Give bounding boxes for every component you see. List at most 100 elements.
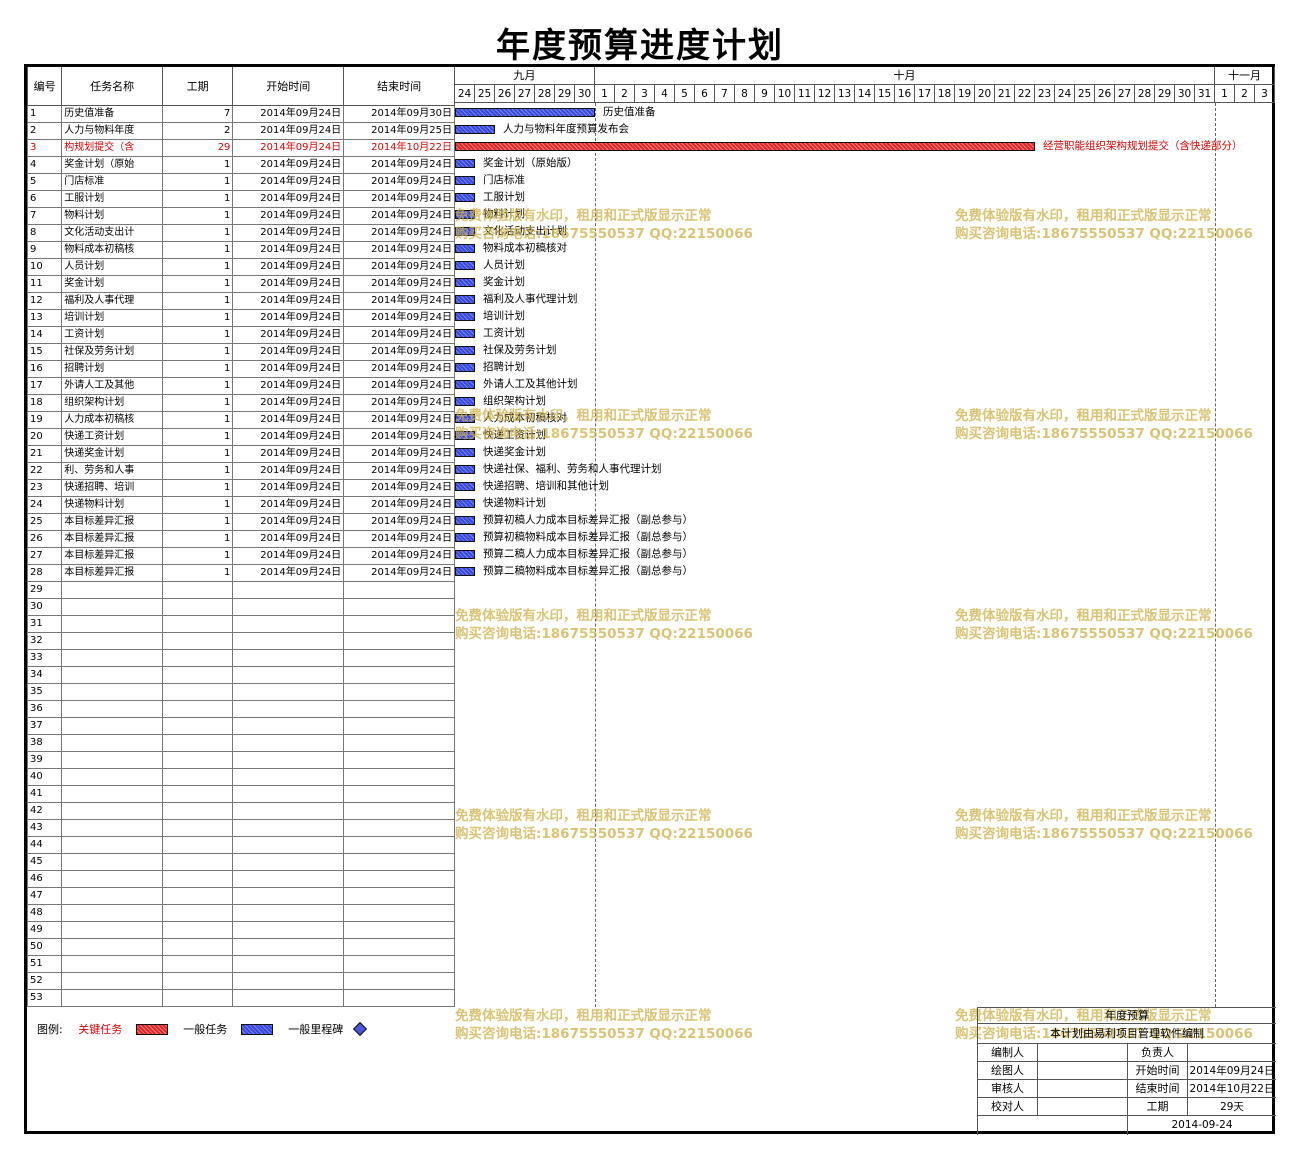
table-row[interactable]: 19 人力成本初稿核 1 2014年09月24日 2014年09月24日 [26,411,455,429]
table-row[interactable]: 15 社保及劳务计划 1 2014年09月24日 2014年09月24日 [26,343,455,361]
task-id: 9 [26,241,63,259]
table-row[interactable]: 46 [26,870,455,888]
table-row[interactable]: 7 物料计划 1 2014年09月24日 2014年09月24日 [26,207,455,225]
table-row[interactable]: 37 [26,717,455,735]
table-row[interactable]: 35 [26,683,455,701]
day-header: 13 [835,85,855,103]
table-row[interactable]: 42 [26,802,455,820]
title-block-key: 结束时间 [1128,1080,1188,1097]
table-row[interactable]: 34 [26,666,455,684]
title-block-value[interactable] [1188,1044,1276,1061]
table-row[interactable]: 16 招聘计划 1 2014年09月24日 2014年09月24日 [26,360,455,378]
task-name: 人力成本初稿核 [61,411,163,429]
empty-cell [61,751,163,769]
table-row[interactable]: 9 物料成本初稿核 1 2014年09月24日 2014年09月24日 [26,241,455,259]
task-bar [455,346,475,355]
table-row[interactable]: 50 [26,938,455,956]
table-row[interactable]: 25 本目标差异汇报 1 2014年09月24日 2014年09月24日 [26,513,455,531]
table-row[interactable]: 6 工服计划 1 2014年09月24日 2014年09月24日 [26,190,455,208]
task-name: 快递奖金计划 [61,445,163,463]
table-row[interactable]: 30 [26,598,455,616]
table-row[interactable]: 24 快递物料计划 1 2014年09月24日 2014年09月24日 [26,496,455,514]
table-row[interactable]: 53 [26,989,455,1007]
title-block-value[interactable]: 29天 [1188,1098,1276,1115]
task-end: 2014年09月24日 [343,530,455,548]
title-block-value[interactable] [1038,1044,1128,1061]
col-header-id: 编号 [26,67,63,106]
task-id: 12 [26,292,63,310]
table-row[interactable]: 40 [26,768,455,786]
task-id: 2 [26,122,63,140]
task-bar [455,499,475,508]
task-id: 28 [26,564,63,582]
title-block-key: 校对人 [978,1098,1038,1115]
table-row[interactable]: 52 [26,972,455,990]
table-row[interactable]: 47 [26,887,455,905]
table-row[interactable]: 10 人员计划 1 2014年09月24日 2014年09月24日 [26,258,455,276]
task-table-body: 1 历史值准备 7 2014年09月24日 2014年09月30日 2 人力与物料年度 2 20… [26,105,455,1007]
task-start: 2014年09月24日 [232,105,345,123]
table-row[interactable]: 48 [26,904,455,922]
table-row[interactable]: 45 [26,853,455,871]
title-block-row: 绘图人 开始时间 2014年09月24日 [978,1062,1276,1080]
table-row[interactable]: 36 [26,700,455,718]
day-header: 15 [875,85,895,103]
table-row[interactable]: 22 利、劳务和人事 1 2014年09月24日 2014年09月24日 [26,462,455,480]
title-block-key: 绘图人 [978,1062,1038,1079]
empty-cell [343,598,455,616]
table-row[interactable]: 49 [26,921,455,939]
table-row[interactable]: 44 [26,836,455,854]
title-block-value[interactable]: 2014年09月24日 [1188,1062,1276,1079]
title-block-value[interactable] [1038,1062,1128,1079]
empty-cell [232,632,345,650]
table-row[interactable]: 33 [26,649,455,667]
table-row[interactable]: 28 本目标差异汇报 1 2014年09月24日 2014年09月24日 [26,564,455,582]
title-block-value[interactable]: 2014年10月22日 [1188,1080,1276,1097]
task-id: 39 [26,751,63,769]
month-separator [1215,103,1216,1007]
table-row[interactable]: 27 本目标差异汇报 1 2014年09月24日 2014年09月24日 [26,547,455,565]
task-duration: 1 [161,343,234,361]
title-block-value[interactable] [1038,1080,1128,1097]
task-end: 2014年09月24日 [343,156,455,174]
table-row[interactable]: 5 门店标准 1 2014年09月24日 2014年09月24日 [26,173,455,191]
task-end: 2014年09月24日 [343,343,455,361]
table-row[interactable]: 43 [26,819,455,837]
table-row[interactable]: 31 [26,615,455,633]
empty-cell [232,836,345,854]
table-row[interactable]: 41 [26,785,455,803]
table-row[interactable]: 38 [26,734,455,752]
table-row[interactable]: 23 快递招聘、培训 1 2014年09月24日 2014年09月24日 [26,479,455,497]
table-row[interactable]: 18 组织架构计划 1 2014年09月24日 2014年09月24日 [26,394,455,412]
title-block-value[interactable] [1038,1098,1128,1115]
table-row[interactable]: 12 福利及人事代理 1 2014年09月24日 2014年09月24日 [26,292,455,310]
task-id: 30 [26,598,63,616]
table-row[interactable]: 14 工资计划 1 2014年09月24日 2014年09月24日 [26,326,455,344]
table-row[interactable]: 13 培训计划 1 2014年09月24日 2014年09月24日 [26,309,455,327]
empty-cell [161,717,234,735]
table-row[interactable]: 8 文化活动支出计 1 2014年09月24日 2014年09月24日 [26,224,455,242]
empty-cell [61,683,163,701]
table-row[interactable]: 21 快递奖金计划 1 2014年09月24日 2014年09月24日 [26,445,455,463]
task-bar-label: 招聘计划 [483,361,525,373]
task-end: 2014年09月24日 [343,190,455,208]
table-row[interactable]: 3 构规划提交（含 29 2014年09月24日 2014年10月22日 [26,139,455,157]
task-end: 2014年09月24日 [343,224,455,242]
table-row[interactable]: 4 奖金计划（原始 1 2014年09月24日 2014年09月24日 [26,156,455,174]
table-row[interactable]: 26 本目标差异汇报 1 2014年09月24日 2014年09月24日 [26,530,455,548]
table-row[interactable]: 11 奖金计划 1 2014年09月24日 2014年09月24日 [26,275,455,293]
day-header: 27 [515,85,535,103]
table-row[interactable]: 17 外请人工及其他 1 2014年09月24日 2014年09月24日 [26,377,455,395]
table-row[interactable]: 20 快递工资计划 1 2014年09月24日 2014年09月24日 [26,428,455,446]
task-name: 培训计划 [61,309,163,327]
table-row[interactable]: 2 人力与物料年度 2 2014年09月24日 2014年09月25日 [26,122,455,140]
table-row[interactable]: 1 历史值准备 7 2014年09月24日 2014年09月30日 [26,105,455,123]
table-row[interactable]: 51 [26,955,455,973]
table-row[interactable]: 29 [26,581,455,599]
legend-prefix: 图例: [37,1023,63,1036]
table-row[interactable]: 32 [26,632,455,650]
task-start: 2014年09月24日 [232,530,345,548]
table-row[interactable]: 39 [26,751,455,769]
watermark-line: 购买咨询电话:18675550537 QQ:22150066 [455,826,753,842]
task-start: 2014年09月24日 [232,411,345,429]
